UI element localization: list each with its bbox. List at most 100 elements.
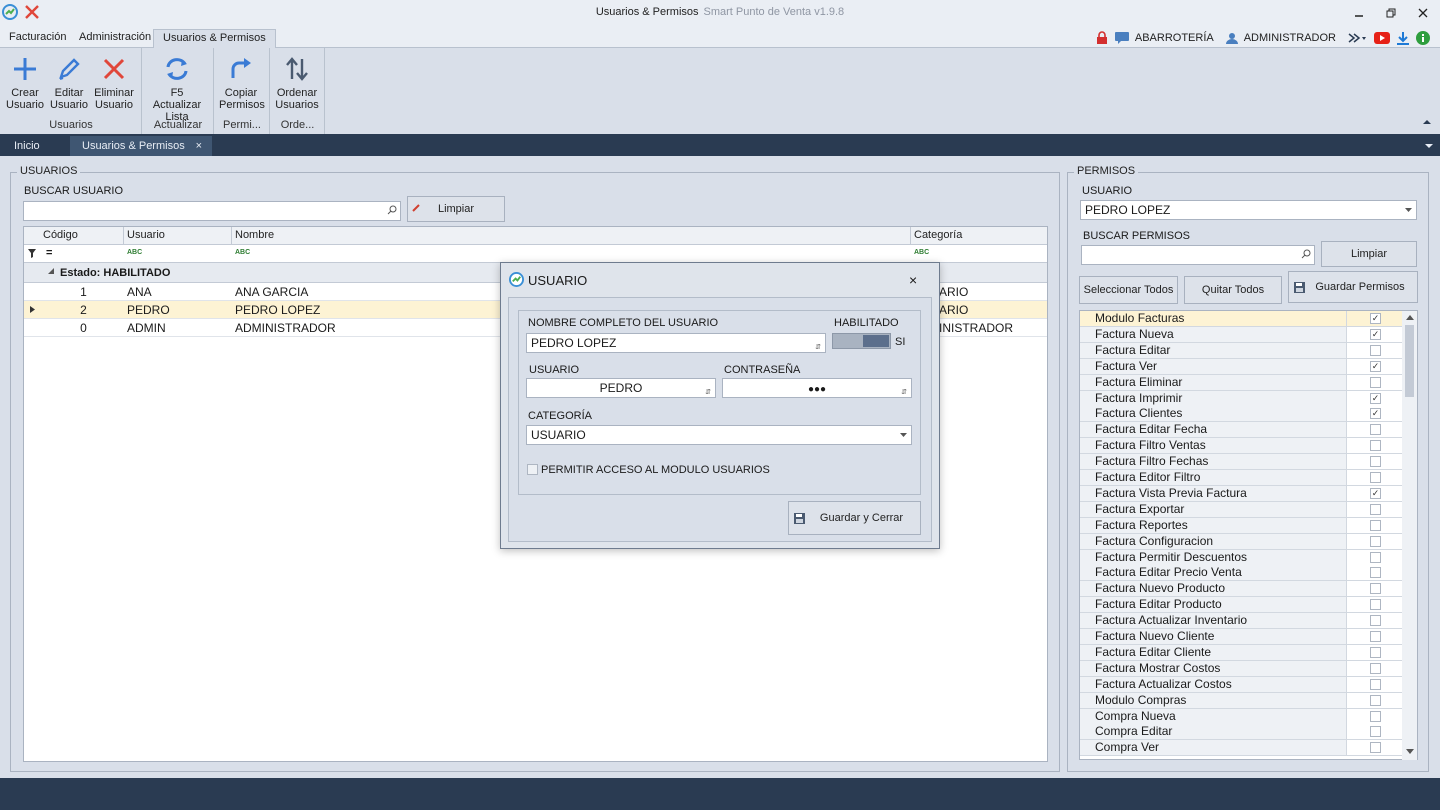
permiso-row[interactable]: Compra Editar bbox=[1080, 724, 1402, 741]
permiso-row[interactable]: Factura Vista Previa Factura ✓ bbox=[1080, 485, 1402, 502]
checkbox-checked-icon[interactable]: ✓ bbox=[1370, 408, 1381, 420]
buscar-usuario-input[interactable] bbox=[23, 201, 401, 221]
spin-icon[interactable]: ⇵ bbox=[705, 384, 711, 402]
permiso-row[interactable]: Factura Nueva ✓ bbox=[1080, 326, 1402, 343]
search-icon[interactable] bbox=[1301, 249, 1311, 259]
permiso-row[interactable]: Factura Mostrar Costos bbox=[1080, 660, 1402, 677]
restore-button[interactable] bbox=[1378, 4, 1404, 22]
close-window-button[interactable] bbox=[1410, 4, 1436, 22]
guardar-cerrar-button[interactable]: Guardar y Cerrar bbox=[788, 501, 921, 535]
checkbox-unchecked-icon[interactable] bbox=[1370, 519, 1381, 531]
limpiar-permisos-button[interactable]: Limpiar bbox=[1321, 241, 1417, 267]
checkbox-unchecked-icon[interactable] bbox=[1370, 535, 1381, 547]
checkbox-checked-icon[interactable]: ✓ bbox=[1370, 360, 1381, 372]
search-icon[interactable] bbox=[387, 205, 397, 215]
permiso-row[interactable]: Factura Editar bbox=[1080, 342, 1402, 359]
column-categoria[interactable]: Categoría bbox=[911, 227, 1047, 244]
checkbox-unchecked-icon[interactable] bbox=[1370, 742, 1381, 754]
permiso-row[interactable]: Factura Configuracion bbox=[1080, 533, 1402, 550]
permiso-row[interactable]: Factura Nuevo Producto bbox=[1080, 581, 1402, 598]
seleccionar-todos-button[interactable]: Seleccionar Todos bbox=[1079, 276, 1178, 304]
checkbox-unchecked-icon[interactable] bbox=[1370, 726, 1381, 738]
scroll-down-icon[interactable] bbox=[1406, 749, 1414, 754]
permiso-row[interactable]: Factura Editar Producto bbox=[1080, 597, 1402, 614]
collapse-ribbon-icon[interactable] bbox=[1422, 118, 1432, 126]
chevron-down-icon[interactable] bbox=[900, 433, 907, 437]
buscar-permisos-input[interactable] bbox=[1081, 245, 1315, 265]
filter-categoria-abc-icon[interactable]: ABC bbox=[914, 249, 929, 256]
editar-usuario-button[interactable]: Editar Usuario bbox=[47, 54, 91, 111]
category-select[interactable]: USUARIO bbox=[526, 425, 912, 445]
checkbox-unchecked-icon[interactable] bbox=[1370, 440, 1381, 452]
checkbox-unchecked-icon[interactable] bbox=[1370, 551, 1381, 563]
permiso-row[interactable]: Factura Eliminar bbox=[1080, 374, 1402, 391]
permiso-row[interactable]: Factura Reportes bbox=[1080, 517, 1402, 534]
youtube-icon[interactable] bbox=[1374, 32, 1390, 44]
permiso-row[interactable]: Factura Editar Fecha bbox=[1080, 422, 1402, 439]
permiso-row[interactable]: Factura Editor Filtro bbox=[1080, 470, 1402, 486]
checkbox-checked-icon[interactable]: ✓ bbox=[1370, 392, 1381, 404]
permiso-row[interactable]: Factura Editar Cliente bbox=[1080, 644, 1402, 661]
filter-icon[interactable] bbox=[28, 249, 36, 258]
permiso-row[interactable]: Factura Nuevo Cliente bbox=[1080, 629, 1402, 645]
tab-administracion[interactable]: Administración bbox=[70, 29, 160, 48]
checkbox-checked-icon[interactable]: ✓ bbox=[1370, 487, 1381, 499]
checkbox-unchecked-icon[interactable] bbox=[1370, 599, 1381, 611]
permiso-row[interactable]: Factura Actualizar Inventario bbox=[1080, 613, 1402, 630]
filter-usuario-abc-icon[interactable]: ABC bbox=[127, 249, 142, 256]
checkbox-unchecked-icon[interactable] bbox=[1370, 694, 1381, 706]
ordenar-usuarios-button[interactable]: Ordenar Usuarios bbox=[274, 54, 320, 111]
permiso-row[interactable]: Modulo Compras bbox=[1080, 692, 1402, 709]
checkbox-unchecked-icon[interactable] bbox=[1370, 646, 1381, 658]
permiso-row[interactable]: Compra Ver bbox=[1080, 740, 1402, 757]
tab-list-dropdown-icon[interactable] bbox=[1424, 142, 1434, 150]
checkbox-unchecked-icon[interactable] bbox=[1370, 424, 1381, 436]
checkbox-unchecked-icon[interactable] bbox=[1370, 503, 1381, 515]
column-nombre[interactable]: Nombre bbox=[232, 227, 911, 244]
permiso-row[interactable]: Factura Filtro Ventas bbox=[1080, 438, 1402, 455]
username-input[interactable]: PEDRO ⇵ bbox=[526, 378, 716, 398]
permiso-row[interactable]: Factura Ver ✓ bbox=[1080, 358, 1402, 375]
module-access-checkbox[interactable] bbox=[527, 464, 538, 475]
checkbox-unchecked-icon[interactable] bbox=[1370, 456, 1381, 468]
filter-nombre-abc-icon[interactable]: ABC bbox=[235, 249, 250, 256]
full-name-input[interactable]: PEDRO LOPEZ ⇵ bbox=[526, 333, 826, 353]
limpiar-usuarios-button[interactable]: Limpiar bbox=[407, 196, 505, 222]
filter-codigo-equals[interactable]: = bbox=[46, 247, 52, 259]
permiso-row[interactable]: Factura Filtro Fechas bbox=[1080, 454, 1402, 471]
tab-facturacion[interactable]: Facturación bbox=[0, 29, 75, 48]
column-codigo[interactable]: Código bbox=[40, 227, 124, 244]
dialog-close-icon[interactable]: × bbox=[909, 272, 917, 288]
vscode-menu-icon[interactable] bbox=[1348, 32, 1368, 44]
scroll-thumb[interactable] bbox=[1405, 325, 1414, 397]
checkbox-checked-icon[interactable]: ✓ bbox=[1370, 328, 1381, 340]
copiar-permisos-button[interactable]: Copiar Permisos bbox=[219, 54, 265, 111]
checkbox-unchecked-icon[interactable] bbox=[1370, 376, 1381, 388]
doc-tab-usuarios-permisos[interactable]: Usuarios & Permisos × bbox=[70, 136, 212, 156]
checkbox-unchecked-icon[interactable] bbox=[1370, 631, 1381, 642]
checkbox-unchecked-icon[interactable] bbox=[1370, 472, 1381, 483]
checkbox-unchecked-icon[interactable] bbox=[1370, 678, 1381, 690]
permiso-row[interactable]: Factura Actualizar Costos bbox=[1080, 676, 1402, 693]
column-usuario[interactable]: Usuario bbox=[124, 227, 232, 244]
checkbox-unchecked-icon[interactable] bbox=[1370, 662, 1381, 674]
collapse-group-icon[interactable] bbox=[48, 268, 55, 275]
minimize-button[interactable] bbox=[1346, 4, 1372, 22]
spin-icon[interactable]: ⇵ bbox=[901, 384, 907, 402]
spin-icon[interactable]: ⇵ bbox=[815, 339, 821, 357]
quitar-todos-button[interactable]: Quitar Todos bbox=[1184, 276, 1282, 304]
permiso-row[interactable]: Factura Clientes ✓ bbox=[1080, 406, 1402, 423]
scroll-up-icon[interactable] bbox=[1406, 315, 1414, 320]
permiso-row[interactable]: Factura Editar Precio Venta bbox=[1080, 565, 1402, 582]
checkbox-unchecked-icon[interactable] bbox=[1370, 567, 1381, 579]
lock-icon[interactable] bbox=[1095, 31, 1109, 45]
info-icon[interactable] bbox=[1416, 31, 1430, 45]
permiso-row[interactable]: Factura Exportar bbox=[1080, 501, 1402, 518]
checkbox-unchecked-icon[interactable] bbox=[1370, 344, 1381, 356]
enabled-toggle[interactable] bbox=[832, 333, 891, 349]
permiso-row[interactable]: Compra Nueva bbox=[1080, 708, 1402, 725]
doc-tab-inicio[interactable]: Inicio bbox=[2, 136, 52, 156]
guardar-permisos-button[interactable]: Guardar Permisos bbox=[1288, 271, 1418, 303]
download-icon[interactable] bbox=[1396, 31, 1410, 45]
permiso-row[interactable]: Factura Permitir Descuentos bbox=[1080, 549, 1402, 566]
